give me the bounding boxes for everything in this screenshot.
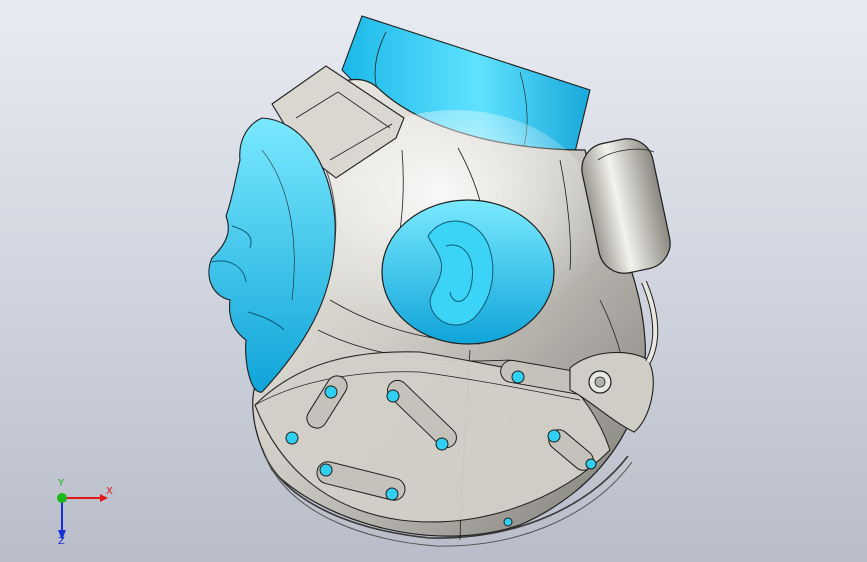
x-axis-label: X xyxy=(106,486,113,497)
coordinate-triad: X Y Z xyxy=(44,478,124,548)
y-axis-label: Y xyxy=(58,478,65,489)
y-axis-dot xyxy=(57,493,67,503)
graphics-viewport[interactable]: X Y Z xyxy=(0,0,867,562)
helmet-model[interactable] xyxy=(0,0,867,562)
z-axis-label: Z xyxy=(58,536,65,547)
